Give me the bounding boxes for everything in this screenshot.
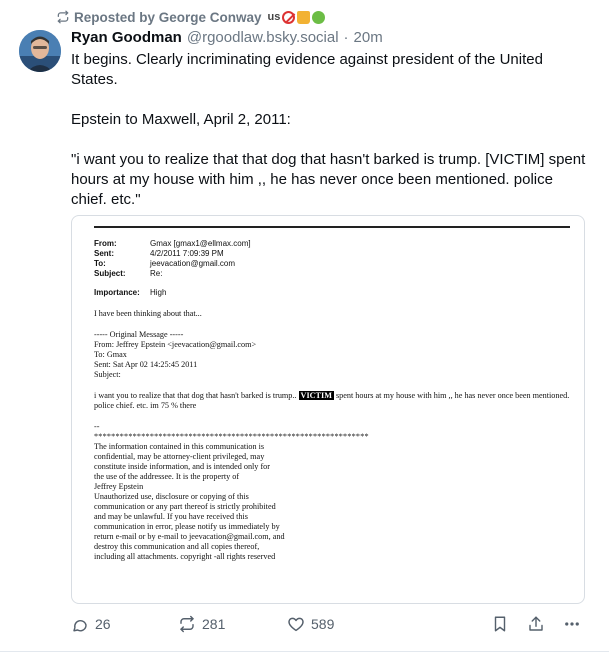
repost-button[interactable]: 281 <box>178 612 225 636</box>
disclaimer-line: Unauthorized use, disclosure or copying … <box>94 492 249 501</box>
original-line: From: Jeffrey Epstein <jeevacation@gmail… <box>94 340 257 349</box>
original-line: Subject: <box>94 370 121 379</box>
original-line: Sent: Sat Apr 02 14:25:45 2011 <box>94 360 198 369</box>
header-key: Sent: <box>94 249 114 258</box>
disclaimer-line: and may be unlawful. If you have receive… <box>94 512 248 521</box>
header-value: Re: <box>150 269 163 278</box>
post-paragraph: Epstein to Maxwell, April 2, 2011: <box>71 111 291 128</box>
signature-separator: -- <box>94 422 100 431</box>
post-paragraph: It begins. Clearly incriminating evidenc… <box>71 51 543 88</box>
post-timestamp[interactable]: 20m <box>354 29 383 46</box>
header-value: jeevacation@gmail.com <box>150 259 236 268</box>
reply-button[interactable]: 26 <box>71 612 111 636</box>
author-handle[interactable]: @rgoodlaw.bsky.social <box>187 29 339 46</box>
email-message: i want you to realize that that dog that… <box>94 391 570 411</box>
disclaimer-line: The information contained in this commun… <box>94 442 265 451</box>
disclaimer-line: communication in error, please notify us… <box>94 522 280 531</box>
email-screenshot-image[interactable]: From: Gmax [gmax1@ellmax.com] Sent: 4/2/… <box>71 215 585 604</box>
flair-us-text: us <box>267 10 281 23</box>
header-key: To: <box>94 259 106 268</box>
share-button[interactable] <box>527 612 545 636</box>
like-count: 589 <box>311 616 335 632</box>
asterisk-rule: ****************************************… <box>94 432 369 441</box>
author-display-name[interactable]: Ryan Goodman <box>71 29 182 46</box>
email-headers: From: Gmax [gmax1@ellmax.com] Sent: 4/2/… <box>94 239 570 298</box>
message-text: i want you to realize that that dog that… <box>94 391 297 400</box>
more-options-button[interactable] <box>563 612 581 636</box>
disclaimer-line: Jeffrey Epstein <box>94 482 144 491</box>
repost-icon <box>180 615 194 633</box>
bookmark-button[interactable] <box>491 612 509 636</box>
header-key: From: <box>94 239 117 248</box>
disclaimer-line: communication or any part thereof is str… <box>94 502 276 511</box>
redaction-label: VICTIM <box>298 391 334 400</box>
disclaimer-line: including all attachments. copyright -al… <box>94 552 276 561</box>
disclaimer-line: destroy this communication and all copie… <box>94 542 260 551</box>
email-importance-row: Importance: High <box>94 288 570 298</box>
header-value: High <box>150 288 167 297</box>
like-button[interactable]: 589 <box>287 612 334 636</box>
name-flair: us <box>267 10 326 24</box>
repost-indicator[interactable]: Reposted by George Conway us <box>56 8 326 26</box>
email-document: From: Gmax [gmax1@ellmax.com] Sent: 4/2/… <box>94 226 570 562</box>
repost-count: 281 <box>202 616 226 632</box>
email-header-row: Subject: Re: <box>94 269 570 279</box>
email-body: I have been thinking about that... -----… <box>94 309 570 562</box>
original-line: To: Gmax <box>94 350 127 359</box>
disclaimer-line: the use of the addressee. It is the prop… <box>94 472 240 481</box>
original-message-block: ----- Original Message ----- From: Jeffr… <box>94 330 570 380</box>
reply-icon <box>73 619 87 632</box>
bookmark-icon <box>494 616 506 632</box>
prohibited-icon <box>282 10 296 24</box>
email-header-row: To: jeevacation@gmail.com <box>94 259 570 269</box>
heart-icon <box>288 617 304 632</box>
document-top-rule <box>94 226 570 228</box>
avatar[interactable] <box>19 30 61 72</box>
separator-dot: · <box>343 29 349 46</box>
header-key: Importance: <box>94 288 140 297</box>
repost-icon <box>57 10 69 24</box>
post-text: It begins. Clearly incriminating evidenc… <box>71 50 591 210</box>
post[interactable]: Reposted by George Conway us Ryan Goodma… <box>0 0 609 652</box>
header-value: 4/2/2011 7:09:39 PM <box>150 249 224 258</box>
more-icon <box>565 622 579 626</box>
crown-icon <box>297 10 311 24</box>
email-header-row: Sent: 4/2/2011 7:09:39 PM <box>94 249 570 259</box>
original-line: ----- Original Message ----- <box>94 330 184 339</box>
share-icon <box>529 616 543 631</box>
header-value: Gmax [gmax1@ellmax.com] <box>150 239 251 248</box>
email-reply-line: I have been thinking about that... <box>94 309 202 318</box>
disclaimer-block: The information contained in this commun… <box>94 442 570 562</box>
post-actions: 26 281 589 <box>71 612 591 636</box>
disclaimer-line: confidential, may be attorney-client pri… <box>94 452 265 461</box>
repost-label: Reposted by George Conway <box>74 9 262 25</box>
frog-icon <box>312 10 326 24</box>
reply-count: 26 <box>95 616 111 632</box>
email-header-row: From: Gmax [gmax1@ellmax.com] <box>94 239 570 249</box>
disclaimer-line: return e-mail or by e-mail to jeevacatio… <box>94 532 285 541</box>
disclaimer-line: constitute inside information, and is in… <box>94 462 270 471</box>
header-key: Subject: <box>94 269 126 278</box>
post-header: Ryan Goodman @rgoodlaw.bsky.social · 20m <box>71 29 383 49</box>
post-paragraph: "i want you to realize that that dog tha… <box>71 151 586 208</box>
